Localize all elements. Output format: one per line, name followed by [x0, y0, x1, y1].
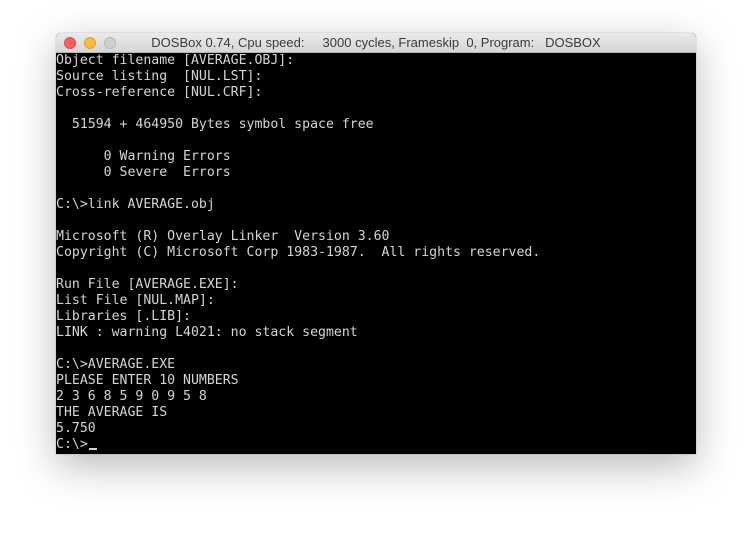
console-line-text: Microsoft (R) Overlay Linker Version 3.6…: [56, 229, 390, 244]
console-line-text: LINK : warning L4021: no stack segment: [56, 325, 358, 340]
console-line: Libraries [.LIB]:: [56, 309, 696, 325]
console-line: 0 Severe Errors: [56, 165, 696, 181]
console-line-text: Source listing [NUL.LST]:: [56, 69, 263, 84]
console-line-text: Object filename [AVERAGE.OBJ]:: [56, 53, 295, 68]
console-output: Object filename [AVERAGE.OBJ]: Source lis…: [56, 53, 696, 453]
console-line-text: C:\>link AVERAGE.obj: [56, 197, 215, 212]
title-bar[interactable]: DOSBox 0.74, Cpu speed: 3000 cycles, Fra…: [56, 33, 696, 53]
console-line: LINK : warning L4021: no stack segment: [56, 325, 696, 341]
console-line-text: 0 Warning Errors: [56, 149, 231, 164]
console-line: C:\>AVERAGE.EXE: [56, 357, 696, 373]
console-line: Object filename [AVERAGE.OBJ]:: [56, 53, 696, 69]
console-line-text: C:\>: [56, 437, 88, 452]
console-line-text: PLEASE ENTER 10 NUMBERS: [56, 373, 239, 388]
console-line: C:\>: [56, 437, 696, 453]
console-line: 5.750: [56, 421, 696, 437]
console-line-text: Copyright (C) Microsoft Corp 1983-1987. …: [56, 245, 541, 260]
console-line: C:\>link AVERAGE.obj: [56, 197, 696, 213]
console-line-text: Libraries [.LIB]:: [56, 309, 191, 324]
console-line-text: 0 Severe Errors: [56, 165, 231, 180]
dos-console-screen[interactable]: Object filename [AVERAGE.OBJ]: Source lis…: [56, 53, 696, 454]
console-line-text: 5.750: [56, 421, 96, 436]
console-line: Cross-reference [NUL.CRF]:: [56, 85, 696, 101]
console-line: Copyright (C) Microsoft Corp 1983-1987. …: [56, 245, 696, 261]
console-line: 51594 + 464950 Bytes symbol space free: [56, 117, 696, 133]
console-line-text: THE AVERAGE IS: [56, 405, 168, 420]
console-line-text: C:\>AVERAGE.EXE: [56, 357, 176, 372]
console-line-text: 2 3 6 8 5 9 0 9 5 8: [56, 389, 207, 404]
console-line: 0 Warning Errors: [56, 149, 696, 165]
console-line: Run File [AVERAGE.EXE]:: [56, 277, 696, 293]
console-line: 2 3 6 8 5 9 0 9 5 8: [56, 389, 696, 405]
console-line-text: Run File [AVERAGE.EXE]:: [56, 277, 239, 292]
console-line-text: Cross-reference [NUL.CRF]:: [56, 85, 263, 100]
window-title: DOSBox 0.74, Cpu speed: 3000 cycles, Fra…: [151, 35, 601, 50]
console-line-text: 51594 + 464950 Bytes symbol space free: [56, 117, 374, 132]
console-line: THE AVERAGE IS: [56, 405, 696, 421]
console-line: Source listing [NUL.LST]:: [56, 69, 696, 85]
console-line-text: List File [NUL.MAP]:: [56, 293, 215, 308]
console-line: List File [NUL.MAP]:: [56, 293, 696, 309]
console-line: Microsoft (R) Overlay Linker Version 3.6…: [56, 229, 696, 245]
console-line: PLEASE ENTER 10 NUMBERS: [56, 373, 696, 389]
text-cursor: [88, 448, 97, 450]
dosbox-window: DOSBox 0.74, Cpu speed: 3000 cycles, Fra…: [56, 33, 696, 454]
